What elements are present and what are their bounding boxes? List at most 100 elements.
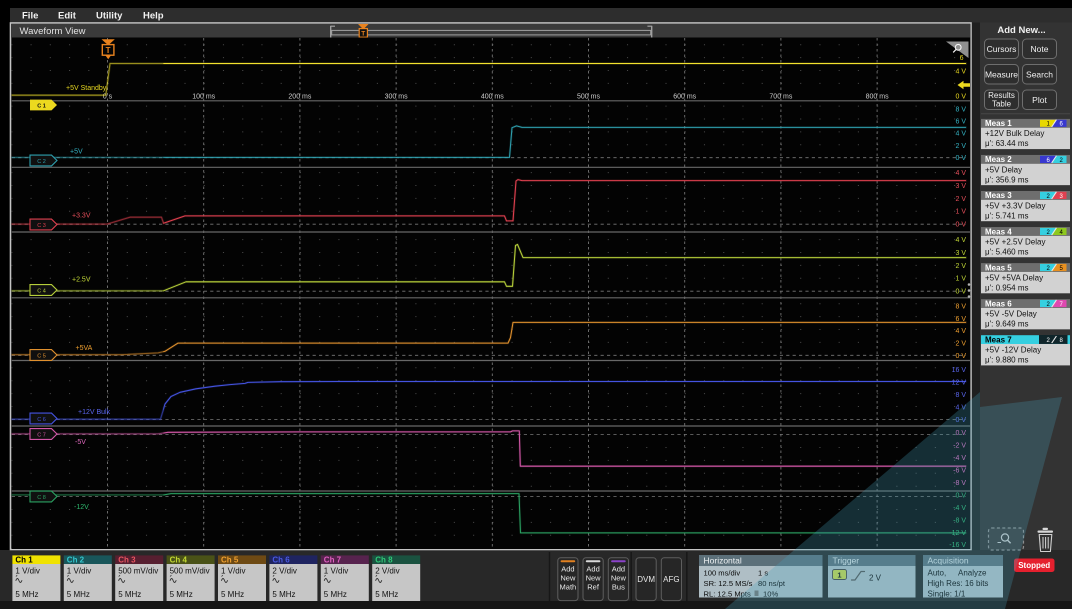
svg-text:1 V/div: 1 V/div (324, 567, 348, 576)
svg-text:Ch 2: Ch 2 (67, 556, 85, 565)
svg-text:1 V: 1 V (955, 276, 966, 283)
svg-text:Ch 6: Ch 6 (272, 556, 290, 565)
svg-text:μ': 9.649 ms: μ': 9.649 ms (985, 319, 1029, 328)
svg-text:0 V: 0 V (955, 353, 966, 360)
svg-text:12 V: 12 V (952, 380, 967, 387)
svg-text:4 V: 4 V (955, 131, 966, 138)
svg-text:DVM: DVM (637, 575, 655, 584)
svg-text:C 8: C 8 (37, 495, 46, 501)
svg-text:Add New...: Add New... (997, 25, 1045, 36)
svg-text:C 7: C 7 (37, 432, 46, 438)
svg-text:+5VA: +5VA (76, 345, 93, 352)
svg-text:Waveform View: Waveform View (20, 26, 86, 37)
svg-text:4 V: 4 V (955, 237, 966, 244)
svg-text:800 ms: 800 ms (866, 93, 889, 100)
svg-text:5 MHz: 5 MHz (375, 590, 398, 599)
svg-text:1 V/div: 1 V/div (221, 567, 245, 576)
svg-text:AFG: AFG (663, 575, 679, 584)
svg-text:0 V: 0 V (955, 155, 966, 162)
svg-text:Ch 5: Ch 5 (221, 556, 239, 565)
svg-text:8 V: 8 V (955, 303, 966, 310)
svg-text:C 2: C 2 (37, 159, 46, 165)
svg-text:+5V Delay: +5V Delay (985, 165, 1022, 174)
svg-text:C 3: C 3 (37, 223, 46, 229)
svg-text:6 V: 6 V (955, 119, 966, 126)
svg-text:5 MHz: 5 MHz (221, 590, 244, 599)
svg-text:6: 6 (960, 55, 964, 62)
svg-text:Table: Table (992, 100, 1012, 109)
svg-text:1 V/div: 1 V/div (67, 567, 91, 576)
svg-text:+5V +5VA Delay: +5V +5VA Delay (985, 273, 1043, 282)
svg-text:+12V Bulk: +12V Bulk (78, 409, 111, 416)
svg-text:SR: 12.5 MS/s: SR: 12.5 MS/s (704, 579, 753, 588)
svg-text:Bus: Bus (612, 583, 625, 592)
svg-text:Ch 4: Ch 4 (170, 556, 188, 565)
svg-text:Horizontal: Horizontal (704, 556, 742, 566)
svg-text:+2.5V: +2.5V (72, 277, 91, 284)
svg-text:+5V +3.3V Delay: +5V +3.3V Delay (985, 201, 1045, 210)
svg-text:Meas 7: Meas 7 (985, 335, 1012, 344)
svg-text:Ch 1: Ch 1 (15, 556, 33, 565)
svg-text:8 V: 8 V (955, 106, 966, 113)
svg-text:New: New (611, 574, 627, 583)
svg-text:Ch 8: Ch 8 (375, 556, 393, 565)
svg-text:0 V: 0 V (955, 94, 966, 101)
svg-text:μ': 63.44 ms: μ': 63.44 ms (985, 139, 1029, 148)
svg-text:200 ms: 200 ms (288, 93, 311, 100)
svg-text:5 MHz: 5 MHz (118, 590, 141, 599)
svg-text:Plot: Plot (1032, 95, 1047, 105)
svg-text:6 V: 6 V (955, 316, 966, 323)
svg-text:μ': 5.460 ms: μ': 5.460 ms (985, 247, 1029, 256)
svg-text:4 V: 4 V (955, 328, 966, 335)
svg-text:Edit: Edit (58, 10, 77, 21)
svg-text:μ': 5.741 ms: μ': 5.741 ms (985, 211, 1029, 220)
svg-text:+5V -12V Delay: +5V -12V Delay (985, 346, 1041, 355)
svg-text:+5V +2.5V Delay: +5V +2.5V Delay (985, 237, 1045, 246)
svg-text:μ': 0.954 ms: μ': 0.954 ms (985, 283, 1029, 292)
svg-text:Note: Note (1031, 44, 1049, 54)
svg-text:1 V/div: 1 V/div (15, 567, 39, 576)
svg-text:New: New (560, 574, 576, 583)
svg-text:2 V: 2 V (955, 263, 966, 270)
svg-text:500 mV/div: 500 mV/div (170, 567, 210, 576)
svg-text:Add: Add (561, 565, 574, 574)
svg-text:File: File (22, 10, 38, 21)
svg-text:5 MHz: 5 MHz (324, 590, 347, 599)
svg-text:Ch 3: Ch 3 (118, 556, 136, 565)
svg-text:Stopped: Stopped (1018, 561, 1050, 570)
svg-text:2 V/div: 2 V/div (272, 567, 296, 576)
svg-text:+3.3V: +3.3V (72, 213, 91, 220)
svg-text:16 V: 16 V (952, 367, 967, 374)
svg-text:400 ms: 400 ms (481, 93, 504, 100)
svg-text:Search: Search (1026, 70, 1053, 80)
svg-text:Add: Add (586, 565, 599, 574)
svg-text:Cursors: Cursors (987, 44, 1017, 54)
svg-text:2 V: 2 V (955, 341, 966, 348)
svg-text:-12V: -12V (74, 504, 89, 511)
svg-text:2 V/div: 2 V/div (375, 567, 399, 576)
svg-text:Meas 3: Meas 3 (985, 191, 1012, 200)
svg-text:T: T (361, 31, 365, 38)
svg-text:5 MHz: 5 MHz (15, 590, 38, 599)
svg-text:5 MHz: 5 MHz (272, 590, 295, 599)
svg-text:700 ms: 700 ms (769, 93, 792, 100)
svg-text:500 mV/div: 500 mV/div (118, 567, 158, 576)
svg-text:2 V: 2 V (955, 196, 966, 203)
svg-text:5 MHz: 5 MHz (170, 590, 193, 599)
svg-text:Ref: Ref (587, 583, 600, 592)
svg-text:μ': 9.880 ms: μ': 9.880 ms (985, 356, 1029, 365)
svg-text:4 V: 4 V (955, 170, 966, 177)
svg-text:0 V: 0 V (955, 221, 966, 228)
svg-text:New: New (586, 574, 602, 583)
svg-text:4 V: 4 V (955, 68, 966, 75)
svg-text:100 ms/div: 100 ms/div (704, 569, 741, 578)
svg-text:C 4: C 4 (37, 288, 46, 294)
svg-text:0 V: 0 V (955, 289, 966, 296)
svg-text:μ': 356.9 ms: μ': 356.9 ms (985, 175, 1029, 184)
svg-text:2 V: 2 V (955, 143, 966, 150)
svg-text:T: T (106, 46, 111, 55)
svg-text:3 V: 3 V (955, 183, 966, 190)
svg-text:3 V: 3 V (955, 250, 966, 257)
svg-text:Meas 4: Meas 4 (985, 227, 1012, 236)
svg-text:Utility: Utility (96, 10, 123, 21)
